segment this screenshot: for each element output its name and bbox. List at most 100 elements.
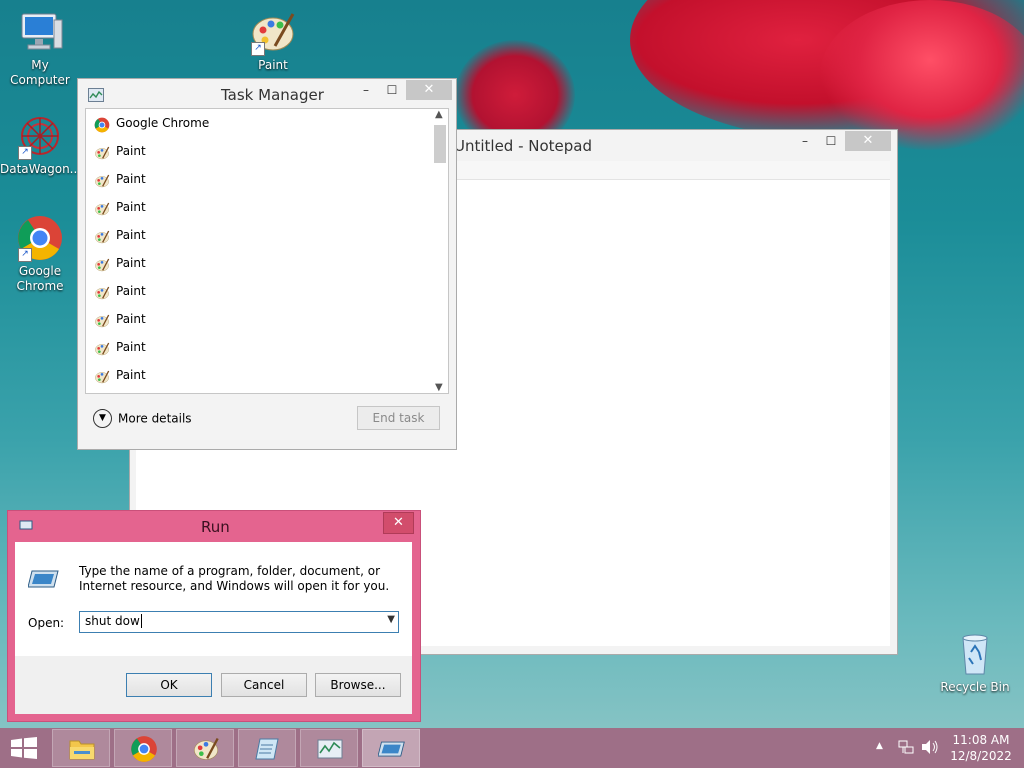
file-explorer-icon — [68, 735, 96, 763]
process-list-scrollbar[interactable]: ▲ ▼ — [432, 109, 448, 393]
run-description: Type the name of a program, folder, docu… — [79, 564, 390, 593]
run-icon — [19, 519, 33, 530]
process-name: Paint — [116, 256, 146, 270]
window-title: Task Manager — [221, 86, 324, 104]
chevron-down-icon: ▼ — [93, 409, 112, 428]
paint-icon — [94, 283, 110, 299]
process-row[interactable]: Paint — [86, 165, 448, 193]
window-title: Run — [201, 518, 230, 536]
close-button[interactable]: ✕ — [845, 131, 891, 151]
more-details-toggle[interactable]: ▼ More details — [93, 407, 192, 429]
task-manager-icon — [88, 88, 104, 102]
cancel-button[interactable]: Cancel — [221, 673, 307, 697]
start-button[interactable] — [0, 728, 48, 768]
paint-icon — [94, 255, 110, 271]
taskbar: ▲ 11:08 AM 12/8/2022 — [0, 728, 1024, 768]
taskbar-run[interactable] — [362, 729, 420, 767]
paint-icon — [94, 143, 110, 159]
paint-icon — [94, 199, 110, 215]
process-row[interactable]: Paint — [86, 193, 448, 221]
close-button[interactable]: ✕ — [406, 80, 452, 100]
scrollbar-thumb[interactable] — [434, 125, 446, 163]
desktop-icon-my-computer[interactable]: My Computer — [0, 8, 80, 88]
process-row[interactable]: Paint — [86, 221, 448, 249]
task-manager-window: Task Manager – ☐ ✕ Google Chrome Paint P… — [78, 79, 456, 449]
scroll-up-arrow-icon[interactable]: ▲ — [435, 109, 443, 120]
open-combobox[interactable]: shut dow ▼ — [79, 611, 399, 633]
process-name: Google Chrome — [116, 116, 210, 130]
browse-button[interactable]: Browse... — [315, 673, 401, 697]
run-titlebar[interactable]: Run ✕ — [8, 511, 420, 541]
datawagon-icon: ↗ — [16, 112, 64, 160]
desktop-icon-label: Google Chrome — [16, 264, 64, 293]
desktop-icon-google-chrome[interactable]: ↗ Google Chrome — [0, 214, 80, 294]
close-button[interactable]: ✕ — [383, 512, 414, 534]
taskbar-chrome[interactable] — [114, 729, 172, 767]
desktop-icon-label: My Computer — [10, 58, 70, 87]
process-row[interactable]: Paint — [86, 249, 448, 277]
notepad-icon — [254, 735, 282, 763]
more-details-label: More details — [118, 411, 192, 426]
paint-icon — [94, 171, 110, 187]
process-row[interactable]: Paint — [86, 361, 448, 389]
desktop-icon-paint[interactable]: ↗ Paint — [233, 8, 313, 73]
open-label: Open: — [28, 616, 65, 630]
paint-icon — [94, 311, 110, 327]
process-row[interactable]: Paint — [86, 305, 448, 333]
desktop-icon-label: DataWagon... — [0, 162, 82, 176]
clock-date: 12/8/2022 — [950, 749, 1012, 763]
minimize-button[interactable]: – — [353, 80, 379, 100]
taskbar-task-manager[interactable] — [300, 729, 358, 767]
process-name: Paint — [116, 228, 146, 242]
wallpaper-petal-2 — [820, 0, 1024, 150]
process-row[interactable]: Paint — [86, 137, 448, 165]
process-row[interactable]: Google Chrome — [86, 109, 448, 137]
chrome-icon — [130, 735, 158, 763]
run-icon — [377, 735, 406, 763]
paint-icon — [94, 227, 110, 243]
process-list: Google Chrome Paint Paint Paint Paint Pa… — [85, 108, 449, 394]
minimize-button[interactable]: – — [792, 131, 818, 151]
process-row[interactable]: Paint — [86, 333, 448, 361]
taskbar-notepad[interactable] — [238, 729, 296, 767]
scroll-down-arrow-icon[interactable]: ▼ — [435, 382, 443, 393]
run-dialog: Run ✕ Type the name of a program, folder… — [8, 511, 420, 721]
show-hidden-icons-icon[interactable]: ▲ — [876, 741, 883, 751]
network-icon[interactable] — [898, 739, 914, 758]
shortcut-arrow-icon: ↗ — [18, 146, 32, 160]
chevron-down-icon[interactable]: ▼ — [387, 614, 395, 625]
process-row[interactable]: Paint — [86, 277, 448, 305]
process-name: Paint — [116, 172, 146, 186]
process-name: Paint — [116, 368, 146, 382]
taskbar-paint[interactable] — [176, 729, 234, 767]
clock[interactable]: 11:08 AM 12/8/2022 — [950, 732, 1012, 764]
run-content: Type the name of a program, folder, docu… — [15, 542, 412, 656]
process-name: Paint — [116, 340, 146, 354]
task-manager-titlebar[interactable]: Task Manager – ☐ ✕ — [78, 79, 456, 109]
recycle-bin-icon — [951, 630, 999, 678]
volume-icon[interactable] — [921, 739, 939, 758]
desktop-icon-label: Recycle Bin — [940, 680, 1010, 694]
open-input[interactable]: shut dow — [85, 614, 142, 628]
task-manager-icon — [316, 735, 344, 763]
process-name: Paint — [116, 200, 146, 214]
window-title: Untitled - Notepad — [454, 137, 593, 155]
paint-icon: ↗ — [249, 8, 297, 56]
shortcut-arrow-icon: ↗ — [251, 42, 265, 56]
taskbar-file-explorer[interactable] — [52, 729, 110, 767]
paint-icon — [94, 367, 110, 383]
paint-icon — [192, 735, 220, 763]
process-name: Paint — [116, 144, 146, 158]
chrome-icon — [94, 115, 110, 132]
run-program-icon — [27, 567, 60, 591]
desktop-icon-datawagon[interactable]: ↗ DataWagon... — [0, 112, 82, 177]
end-task-button[interactable]: End task — [357, 406, 440, 430]
ok-button[interactable]: OK — [126, 673, 212, 697]
desktop-icon-recycle-bin[interactable]: Recycle Bin — [935, 630, 1015, 695]
process-name: Paint — [116, 284, 146, 298]
maximize-button[interactable]: ☐ — [818, 131, 844, 151]
maximize-button[interactable]: ☐ — [379, 80, 405, 100]
desktop-icon-label: Paint — [258, 58, 288, 72]
shortcut-arrow-icon: ↗ — [18, 248, 32, 262]
process-name: Paint — [116, 312, 146, 326]
